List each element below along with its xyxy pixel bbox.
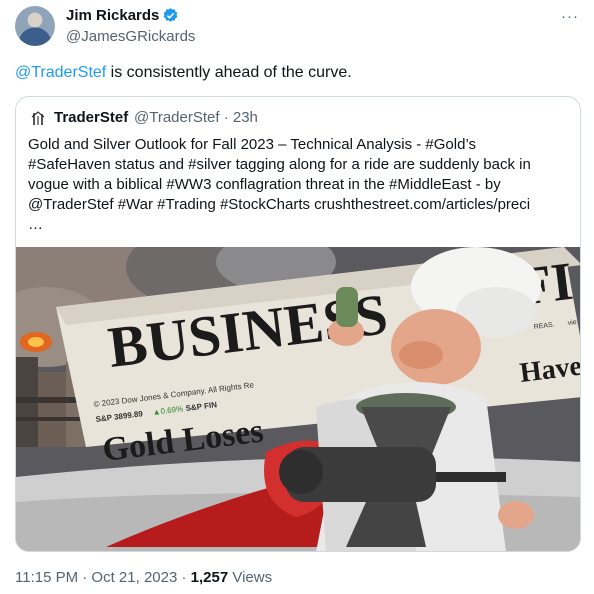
author-handle[interactable]: @JamesGRickards [66, 28, 195, 45]
views-count: 1,257 [190, 569, 229, 586]
time-date[interactable]: 11:15 PM · Oct 21, 2023 · [15, 569, 191, 586]
mention-link[interactable]: @TraderStef [15, 64, 106, 81]
views-label: Views [228, 569, 273, 586]
quoted-handle-time[interactable]: @TraderStef · 23h [134, 109, 258, 126]
quoted-line: @TraderStef #War #Trading #StockCharts c… [28, 196, 531, 213]
quoted-line: Gold and Silver Outlook for Fall 2023 – … [28, 136, 477, 153]
tweet-timestamp[interactable]: 11:15 PM · Oct 21, 2023 · 1,257 Views [15, 569, 272, 586]
quoted-line: … [28, 216, 43, 233]
quoted-media-image[interactable]: BUSINESS FI © 2023 Dow Jones & Company. … [16, 247, 581, 552]
author-avatar[interactable] [15, 6, 55, 46]
quoted-author-name[interactable]: TraderStef [54, 109, 128, 126]
tweet-text-body: is consistently ahead of the curve. [106, 64, 352, 81]
newspaper-small-text-2: vie [567, 319, 577, 327]
quoted-tweet-body: Gold and Silver Outlook for Fall 2023 – … [28, 135, 573, 235]
more-options-icon[interactable]: ··· [561, 8, 579, 25]
quoted-tweet-card[interactable]: TraderStef @TraderStef · 23h Gold and Si… [15, 96, 581, 552]
quoted-author-avatar[interactable] [28, 109, 48, 129]
tweet-text: @TraderStef is consistently ahead of the… [15, 64, 352, 82]
quoted-line: vogue with a biblical #WW3 conflagration… [28, 176, 501, 193]
author-name[interactable]: Jim Rickards [66, 7, 159, 24]
verified-badge-icon [163, 8, 178, 22]
quoted-line: #SafeHaven status and #silver tagging al… [28, 156, 531, 173]
